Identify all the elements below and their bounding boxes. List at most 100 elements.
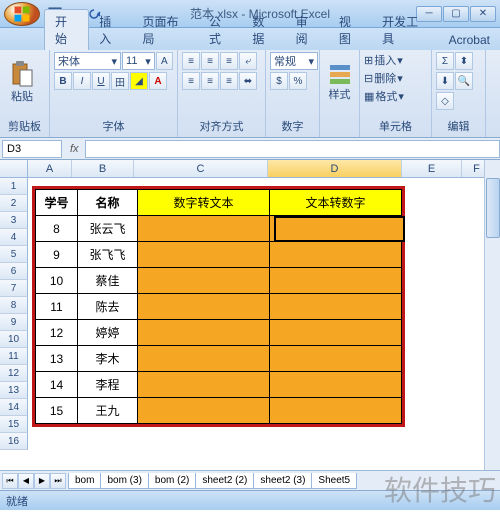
scroll-thumb[interactable] <box>486 178 500 238</box>
cell-num-to-text[interactable] <box>138 320 270 346</box>
close-button[interactable]: ✕ <box>470 6 496 22</box>
cell-id[interactable]: 13 <box>36 346 78 372</box>
tab-nav-prev[interactable]: ◀ <box>18 473 34 489</box>
clear-button[interactable]: ◇ <box>436 92 454 110</box>
styles-button[interactable]: 样式 <box>324 52 355 112</box>
underline-button[interactable]: U <box>92 72 110 90</box>
sheet-tab-3[interactable]: sheet2 (2) <box>195 473 254 489</box>
row-header-1[interactable]: 1 <box>0 178 28 195</box>
ribbon-tab-8[interactable]: Acrobat <box>439 30 500 50</box>
row-header-7[interactable]: 7 <box>0 280 28 297</box>
fill-button[interactable]: ⬇ <box>436 72 454 90</box>
cell-id[interactable]: 9 <box>36 242 78 268</box>
cell-name[interactable]: 王九 <box>78 398 138 424</box>
cell-num-to-text[interactable] <box>138 268 270 294</box>
column-header-E[interactable]: E <box>402 160 462 177</box>
format-cells-button[interactable]: ▦ 格式 ▾ <box>364 88 404 104</box>
fill-color-button[interactable]: ◢ <box>130 72 148 90</box>
fx-button[interactable]: fx <box>64 143 85 155</box>
column-header-B[interactable]: B <box>72 160 134 177</box>
row-header-8[interactable]: 8 <box>0 297 28 314</box>
tab-nav-next[interactable]: ▶ <box>34 473 50 489</box>
border-button[interactable]: 田 <box>111 72 129 90</box>
align-middle-button[interactable]: ≡ <box>201 52 219 70</box>
cell-text-to-num[interactable] <box>270 242 402 268</box>
cell-name[interactable]: 张云飞 <box>78 216 138 242</box>
cell-text-to-num[interactable] <box>270 320 402 346</box>
number-format-combo[interactable]: 常规▾ <box>270 52 318 70</box>
cell-text-to-num[interactable] <box>270 398 402 424</box>
row-header-14[interactable]: 14 <box>0 399 28 416</box>
insert-cells-button[interactable]: ⊞ 插入 ▾ <box>364 52 404 68</box>
sheet-tab-5[interactable]: Sheet5 <box>311 473 357 489</box>
column-header-D[interactable]: D <box>268 160 402 177</box>
bold-button[interactable]: B <box>54 72 72 90</box>
row-header-4[interactable]: 4 <box>0 229 28 246</box>
column-header-C[interactable]: C <box>134 160 268 177</box>
office-button[interactable] <box>4 2 40 26</box>
currency-button[interactable]: $ <box>270 72 288 90</box>
autosum-button[interactable]: Σ <box>436 52 454 70</box>
row-header-13[interactable]: 13 <box>0 382 28 399</box>
align-top-button[interactable]: ≡ <box>182 52 200 70</box>
delete-cells-button[interactable]: ⊟ 删除 ▾ <box>364 70 404 86</box>
cell-id[interactable]: 8 <box>36 216 78 242</box>
cell-name[interactable]: 婷婷 <box>78 320 138 346</box>
italic-button[interactable]: I <box>73 72 91 90</box>
cell-id[interactable]: 14 <box>36 372 78 398</box>
formula-input[interactable] <box>85 140 500 158</box>
sort-button[interactable]: ⬍ <box>455 52 473 70</box>
align-left-button[interactable]: ≡ <box>182 72 200 90</box>
row-header-2[interactable]: 2 <box>0 195 28 212</box>
sheet-tab-2[interactable]: bom (2) <box>148 473 196 489</box>
align-bottom-button[interactable]: ≡ <box>220 52 238 70</box>
cell-num-to-text[interactable] <box>138 242 270 268</box>
cell-num-to-text[interactable] <box>138 216 270 242</box>
row-header-15[interactable]: 15 <box>0 416 28 433</box>
sheet-tab-4[interactable]: sheet2 (3) <box>253 473 312 489</box>
row-header-16[interactable]: 16 <box>0 433 28 450</box>
row-header-9[interactable]: 9 <box>0 314 28 331</box>
row-header-6[interactable]: 6 <box>0 263 28 280</box>
align-center-button[interactable]: ≡ <box>201 72 219 90</box>
row-header-12[interactable]: 12 <box>0 365 28 382</box>
cell-num-to-text[interactable] <box>138 372 270 398</box>
cell-id[interactable]: 12 <box>36 320 78 346</box>
ribbon-tab-6[interactable]: 视图 <box>329 10 372 50</box>
cell-text-to-num[interactable] <box>270 346 402 372</box>
cell-grid[interactable]: 学号 名称 数字转文本 文本转数字 8张云飞9张飞飞10蔡佳11陈去12婷婷13… <box>28 178 500 450</box>
cell-num-to-text[interactable] <box>138 346 270 372</box>
font-name-combo[interactable]: 宋体▾ <box>54 52 121 70</box>
sheet-tab-0[interactable]: bom <box>68 473 101 489</box>
cell-name[interactable]: 蔡佳 <box>78 268 138 294</box>
grow-font-button[interactable]: A <box>156 52 173 70</box>
maximize-button[interactable]: ▢ <box>443 6 469 22</box>
row-header-3[interactable]: 3 <box>0 212 28 229</box>
column-header-A[interactable]: A <box>28 160 72 177</box>
cell-name[interactable]: 张飞飞 <box>78 242 138 268</box>
cell-id[interactable]: 11 <box>36 294 78 320</box>
percent-button[interactable]: % <box>289 72 307 90</box>
name-box[interactable]: D3 <box>2 140 62 158</box>
cell-id[interactable]: 10 <box>36 268 78 294</box>
cell-name[interactable]: 李程 <box>78 372 138 398</box>
ribbon-tab-1[interactable]: 插入 <box>89 10 132 50</box>
merge-button[interactable]: ⬌ <box>239 72 257 90</box>
find-button[interactable]: 🔍 <box>455 72 473 90</box>
ribbon-tab-3[interactable]: 公式 <box>199 10 242 50</box>
tab-nav-first[interactable]: ⏮ <box>2 473 18 489</box>
cell-name[interactable]: 陈去 <box>78 294 138 320</box>
row-header-10[interactable]: 10 <box>0 331 28 348</box>
font-color-button[interactable]: A <box>149 72 167 90</box>
font-size-combo[interactable]: 11▾ <box>122 52 155 70</box>
ribbon-tab-0[interactable]: 开始 <box>44 9 89 50</box>
wrap-text-button[interactable]: ⤶ <box>239 52 257 70</box>
cell-name[interactable]: 李木 <box>78 346 138 372</box>
cell-text-to-num[interactable] <box>270 294 402 320</box>
align-right-button[interactable]: ≡ <box>220 72 238 90</box>
ribbon-tab-5[interactable]: 审阅 <box>286 10 329 50</box>
row-header-11[interactable]: 11 <box>0 348 28 365</box>
cell-id[interactable]: 15 <box>36 398 78 424</box>
cell-text-to-num[interactable] <box>270 372 402 398</box>
ribbon-tab-2[interactable]: 页面布局 <box>133 10 200 50</box>
